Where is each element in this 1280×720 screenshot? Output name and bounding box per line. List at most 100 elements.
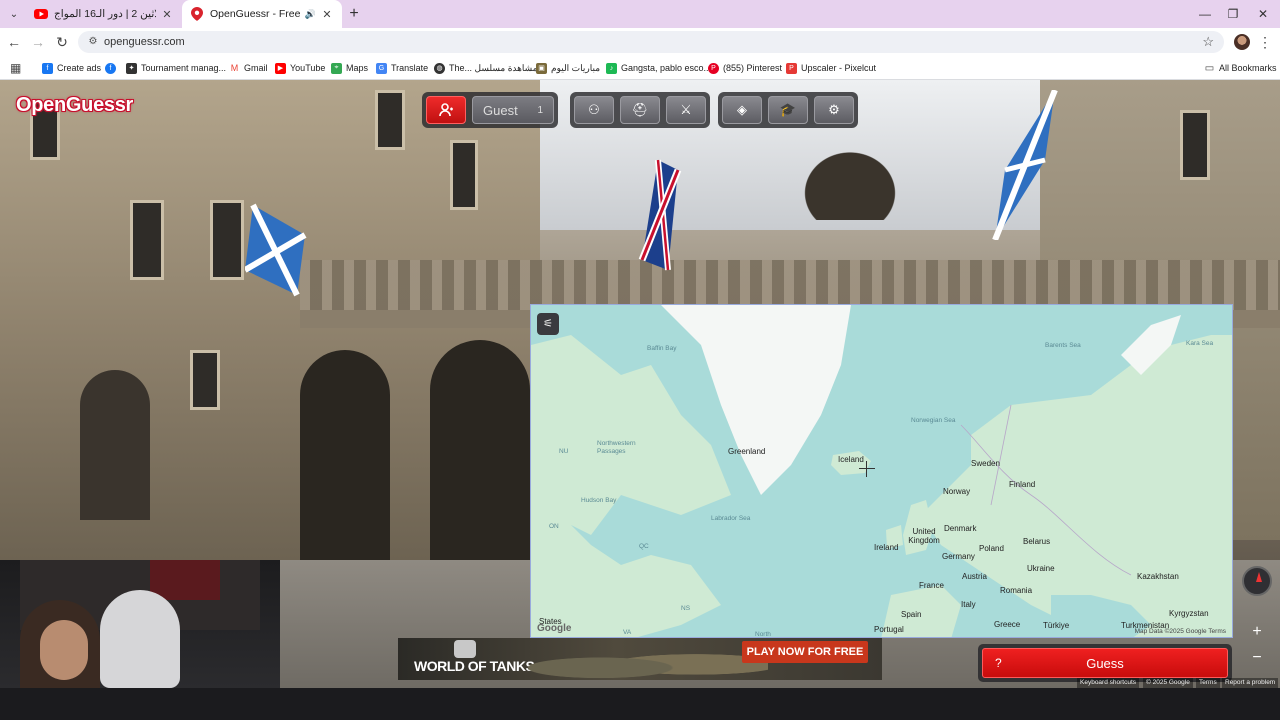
street-view-window xyxy=(375,90,405,150)
map-label-sea: Norwegian Sea xyxy=(911,417,956,424)
map-label-sea: Hudson Bay xyxy=(581,497,617,504)
bookmark-series[interactable]: ◍ The... مشاهدة مسلسل xyxy=(434,56,537,80)
guess-label: Guess xyxy=(1086,655,1124,671)
map-label-country: Türkiye xyxy=(1043,621,1070,630)
all-bookmarks[interactable]: ▭ All Bookmarks xyxy=(1204,56,1277,80)
restore-button[interactable]: ❐ xyxy=(1216,0,1250,28)
close-window-button[interactable]: ✕ xyxy=(1246,0,1280,28)
tab-title: OpenGuessr - Free GeoGue xyxy=(210,8,301,20)
terms-link[interactable]: Terms xyxy=(1196,678,1220,688)
bookmark-pinterest[interactable]: P (855) Pinterest xyxy=(708,56,782,80)
mode-panel: ⚇ ⛑ ⚔ xyxy=(570,92,710,128)
player-name: Guest xyxy=(483,102,518,118)
learn-button[interactable]: 🎓 xyxy=(768,96,808,124)
map-label-sea: Baffin Bay xyxy=(647,345,677,352)
party-button[interactable]: ⚇ xyxy=(574,96,614,124)
map-attribution[interactable]: Map Data ©2025 Google Terms xyxy=(1135,628,1226,635)
map-label-region: ON xyxy=(549,523,559,530)
settings-panel: ◈ 🎓 ⚙ xyxy=(718,92,858,128)
maps-button[interactable]: ◈ xyxy=(722,96,762,124)
facebook-icon: f xyxy=(105,62,116,74)
webcam-face xyxy=(40,620,88,680)
player-name-field[interactable]: Guest 1 xyxy=(472,96,554,124)
bookmark-star-icon[interactable]: ☆ xyxy=(1202,31,1214,53)
close-icon[interactable]: ✕ xyxy=(320,8,334,21)
new-tab-button[interactable]: + xyxy=(344,4,364,24)
street-view-window xyxy=(210,200,244,280)
zoom-out-button[interactable]: − xyxy=(1245,646,1269,670)
settings-button[interactable]: ⚙ xyxy=(814,96,854,124)
question-icon[interactable]: ? xyxy=(995,656,1002,670)
forward-icon[interactable]: → xyxy=(28,32,48,52)
map-label-country: Italy xyxy=(961,600,976,609)
multiplayer-button[interactable]: ⛑ xyxy=(620,96,660,124)
bookmark-gmail[interactable]: M Gmail xyxy=(229,56,268,80)
bookmark-translate[interactable]: G Translate xyxy=(376,56,428,80)
map-label-country: Germany xyxy=(942,552,975,561)
gmail-icon: M xyxy=(229,62,240,74)
ad-banner[interactable]: WORLD OF TANKS PLAY NOW FOR FREE xyxy=(398,638,882,680)
back-icon[interactable]: ← xyxy=(4,32,24,52)
ad-tank-image xyxy=(528,644,768,678)
bookmark-tournament[interactable]: ✦ Tournament manag... xyxy=(126,56,226,80)
keyboard-shortcuts-link[interactable]: Keyboard shortcuts xyxy=(1077,678,1140,688)
guess-button[interactable]: ? Guess xyxy=(982,648,1228,678)
battle-button[interactable]: ⚔ xyxy=(666,96,706,124)
map-filter-button[interactable]: ⚟ xyxy=(537,313,559,335)
graduation-cap-icon: 🎓 xyxy=(779,102,797,117)
folder-icon: ▭ xyxy=(1204,62,1215,74)
site-settings-icon[interactable]: ⚙ xyxy=(86,35,100,49)
bird-icon: ✦ xyxy=(126,62,137,74)
address-bar[interactable]: ⚙ openguessr.com ☆ xyxy=(78,31,1224,53)
guess-map[interactable]: ⚟ Baffin Bay Barents Sea Kara Sea Norweg… xyxy=(530,304,1233,638)
zoom-in-button[interactable]: + xyxy=(1245,620,1269,644)
game-viewport[interactable]: OpenGuessr Guest 1 ⚇ ⛑ ⚔ ◈ 🎓 ⚙ ⚟ Baffin … xyxy=(0,80,1280,688)
profile-avatar[interactable] xyxy=(1234,34,1250,50)
apps-grid-icon[interactable]: ▦ xyxy=(10,61,24,75)
map-label-sea: North xyxy=(755,631,771,638)
bottom-strip xyxy=(0,688,1280,720)
scottish-flag xyxy=(245,203,307,297)
compass-icon[interactable] xyxy=(1242,566,1272,596)
map-label-country: Belarus xyxy=(1023,537,1051,546)
bookmark-create-ads[interactable]: f Create ads xyxy=(42,56,101,80)
tab-openguessr[interactable]: OpenGuessr - Free GeoGue 🔊 ✕ xyxy=(182,0,342,28)
street-view-window xyxy=(1180,110,1210,180)
map-label-region: QC xyxy=(639,543,649,550)
maps-icon: ⌖ xyxy=(331,62,342,74)
map-landmass xyxy=(531,305,1232,637)
map-label-country: Kyrgyzstan xyxy=(1169,609,1209,618)
site-icon: ▣ xyxy=(536,62,547,74)
user-button[interactable] xyxy=(426,96,466,124)
speaker-icon[interactable]: 🔊 xyxy=(305,9,316,20)
map-label-country: Kazakhstan xyxy=(1137,572,1179,581)
pixelcut-icon: P xyxy=(786,62,797,74)
tab-title: تحدي الثلاثين 2 | دور الـ16 المواج... xyxy=(54,8,156,20)
tab-youtube[interactable]: تحدي الثلاثين 2 | دور الـ16 المواج... ✕ xyxy=(26,0,182,28)
map-label-region: VA xyxy=(623,629,632,636)
helmet-icon: ⛑ xyxy=(631,102,649,117)
report-problem-link[interactable]: Report a problem xyxy=(1222,678,1279,688)
street-view-statue xyxy=(780,130,920,220)
close-icon[interactable]: ✕ xyxy=(160,8,174,21)
bookmark-maps[interactable]: ⌖ Maps xyxy=(331,56,368,80)
player-count: 1 xyxy=(537,104,543,116)
guess-panel: ? Guess xyxy=(978,644,1232,682)
bookmark-gangsta[interactable]: ♪ Gangsta, pablo esco... xyxy=(606,56,711,80)
tab-search-icon[interactable]: ⌄ xyxy=(4,5,24,23)
ad-play-button[interactable]: PLAY NOW FOR FREE xyxy=(742,641,868,663)
bookmark-youtube[interactable]: ▶ YouTube xyxy=(275,56,325,80)
bookmark-pixelcut[interactable]: P Upscaler - Pixelcut xyxy=(786,56,876,80)
openguessr-logo[interactable]: OpenGuessr xyxy=(16,94,133,117)
bookmark-facebook[interactable]: f xyxy=(105,56,120,80)
street-view-window xyxy=(190,350,220,410)
street-view-archway xyxy=(300,350,390,560)
street-view-window xyxy=(130,200,164,280)
url-text[interactable]: openguessr.com xyxy=(104,31,185,53)
webcam-overlay xyxy=(0,560,280,688)
menu-icon[interactable]: ⋮ xyxy=(1258,32,1272,52)
wot-logo-icon xyxy=(454,640,476,658)
pin-icon xyxy=(190,7,204,21)
bookmark-matches[interactable]: ▣ مباريات اليوم xyxy=(536,56,600,80)
reload-icon[interactable]: ↻ xyxy=(52,32,72,52)
